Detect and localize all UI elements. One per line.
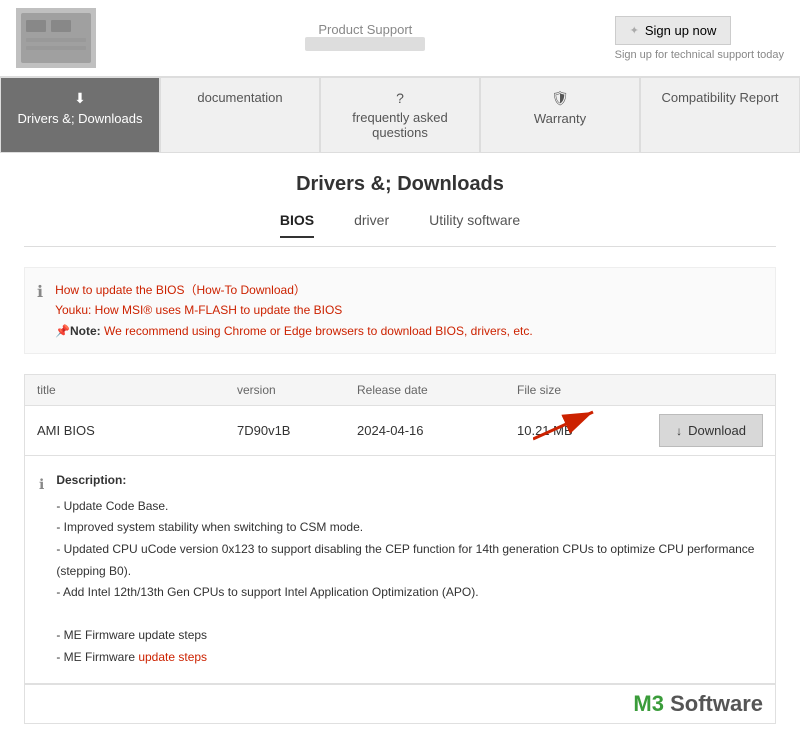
- tab-faq[interactable]: ? frequently asked questions: [320, 77, 480, 152]
- description-box: ℹ Description: - Update Code Base. - Imp…: [24, 455, 776, 683]
- tab-drivers-downloads[interactable]: ⬇ Drivers &; Downloads: [0, 77, 160, 152]
- desc-line-2: - Improved system stability when switchi…: [56, 517, 761, 539]
- row-release-date: 2024-04-16: [357, 423, 517, 438]
- tab-drivers-downloads-label: Drivers &; Downloads: [18, 111, 143, 126]
- desc-line-3: - Updated CPU uCode version 0x123 to sup…: [56, 539, 761, 582]
- note-text: We recommend using Chrome or Edge browse…: [104, 324, 533, 338]
- sub-tab-driver[interactable]: driver: [354, 212, 389, 238]
- signup-sub-label: Sign up for technical support today: [615, 49, 784, 61]
- table-header: title version Release date File size: [24, 374, 776, 405]
- tab-documentation-label: documentation: [197, 90, 282, 105]
- download-tab-icon: ⬇: [74, 90, 86, 107]
- desc-line-4: - Add Intel 12th/13th Gen CPUs to suppor…: [56, 582, 761, 604]
- youku-link[interactable]: Youku: How MSI® uses M-FLASH to update t…: [55, 303, 342, 317]
- row-title: AMI BIOS: [37, 423, 237, 438]
- info-icon: ℹ: [37, 282, 43, 341]
- col-title: title: [37, 383, 237, 397]
- logo-image: [16, 8, 96, 68]
- note-label: 📌Note:: [55, 324, 101, 338]
- page-header: Product Support ✦ Sign up now Sign up fo…: [0, 0, 800, 77]
- row-version: 7D90v1B: [237, 423, 357, 438]
- bios-howto-link[interactable]: How to update the BIOS（How-To Download）: [55, 283, 306, 297]
- nav-tabs: ⬇ Drivers &; Downloads documentation ? f…: [0, 77, 800, 153]
- desc-content: Description: - Update Code Base. - Impro…: [56, 470, 761, 668]
- page-title: Drivers &; Downloads: [24, 173, 776, 196]
- tab-faq-label: frequently asked questions: [329, 110, 471, 140]
- update-steps-link[interactable]: update steps: [138, 650, 207, 664]
- col-release-date: Release date: [357, 383, 517, 397]
- col-action: [637, 383, 763, 397]
- info-box: ℹ How to update the BIOS（How-To Download…: [24, 267, 776, 354]
- info-content: How to update the BIOS（How-To Download） …: [55, 280, 533, 341]
- branding-suffix: Software: [664, 691, 763, 716]
- download-button-label: Download: [688, 423, 746, 438]
- main-content: Drivers &; Downloads BIOS driver Utility…: [0, 153, 800, 744]
- branding-text: M3 Software: [633, 691, 763, 716]
- branding-bar: M3 Software: [24, 684, 776, 724]
- table-row: AMI BIOS 7D90v1B 2024-04-16 10.21 MB ↓ D…: [24, 405, 776, 455]
- branding-prefix: M3: [633, 691, 664, 716]
- sub-tabs: BIOS driver Utility software: [24, 212, 776, 247]
- signup-button-label: Sign up now: [645, 23, 717, 38]
- faq-tab-icon: ?: [396, 90, 404, 106]
- sub-tab-utility[interactable]: Utility software: [429, 212, 520, 238]
- signup-button[interactable]: ✦ Sign up now: [615, 16, 732, 45]
- desc-title: Description:: [56, 470, 761, 492]
- download-icon: ↓: [676, 424, 682, 438]
- tab-documentation[interactable]: documentation: [160, 77, 320, 152]
- desc-info-icon: ℹ: [39, 472, 44, 668]
- download-button[interactable]: ↓ Download: [659, 414, 763, 447]
- col-file-size: File size: [517, 383, 637, 397]
- product-support-label: Product Support: [318, 22, 412, 37]
- product-logo: [16, 8, 96, 68]
- tab-compatibility-label: Compatibility Report: [661, 90, 778, 105]
- product-support-section: Product Support: [116, 22, 615, 55]
- desc-line-7: - ME Firmware update steps: [56, 647, 761, 669]
- desc-line-6: - ME Firmware update steps: [56, 625, 761, 647]
- signup-section: ✦ Sign up now Sign up for technical supp…: [615, 16, 784, 61]
- sub-tab-bios[interactable]: BIOS: [280, 212, 314, 238]
- desc-line-1: - Update Code Base.: [56, 496, 761, 518]
- warranty-tab-icon: 🛡: [551, 90, 569, 107]
- star-icon: ✦: [630, 24, 639, 37]
- tab-warranty-label: Warranty: [534, 111, 586, 126]
- col-version: version: [237, 383, 357, 397]
- tab-compatibility[interactable]: Compatibility Report: [640, 77, 800, 152]
- row-file-size: 10.21 MB: [517, 423, 637, 438]
- product-name-placeholder: [305, 37, 425, 51]
- tab-warranty[interactable]: 🛡 Warranty: [480, 77, 640, 152]
